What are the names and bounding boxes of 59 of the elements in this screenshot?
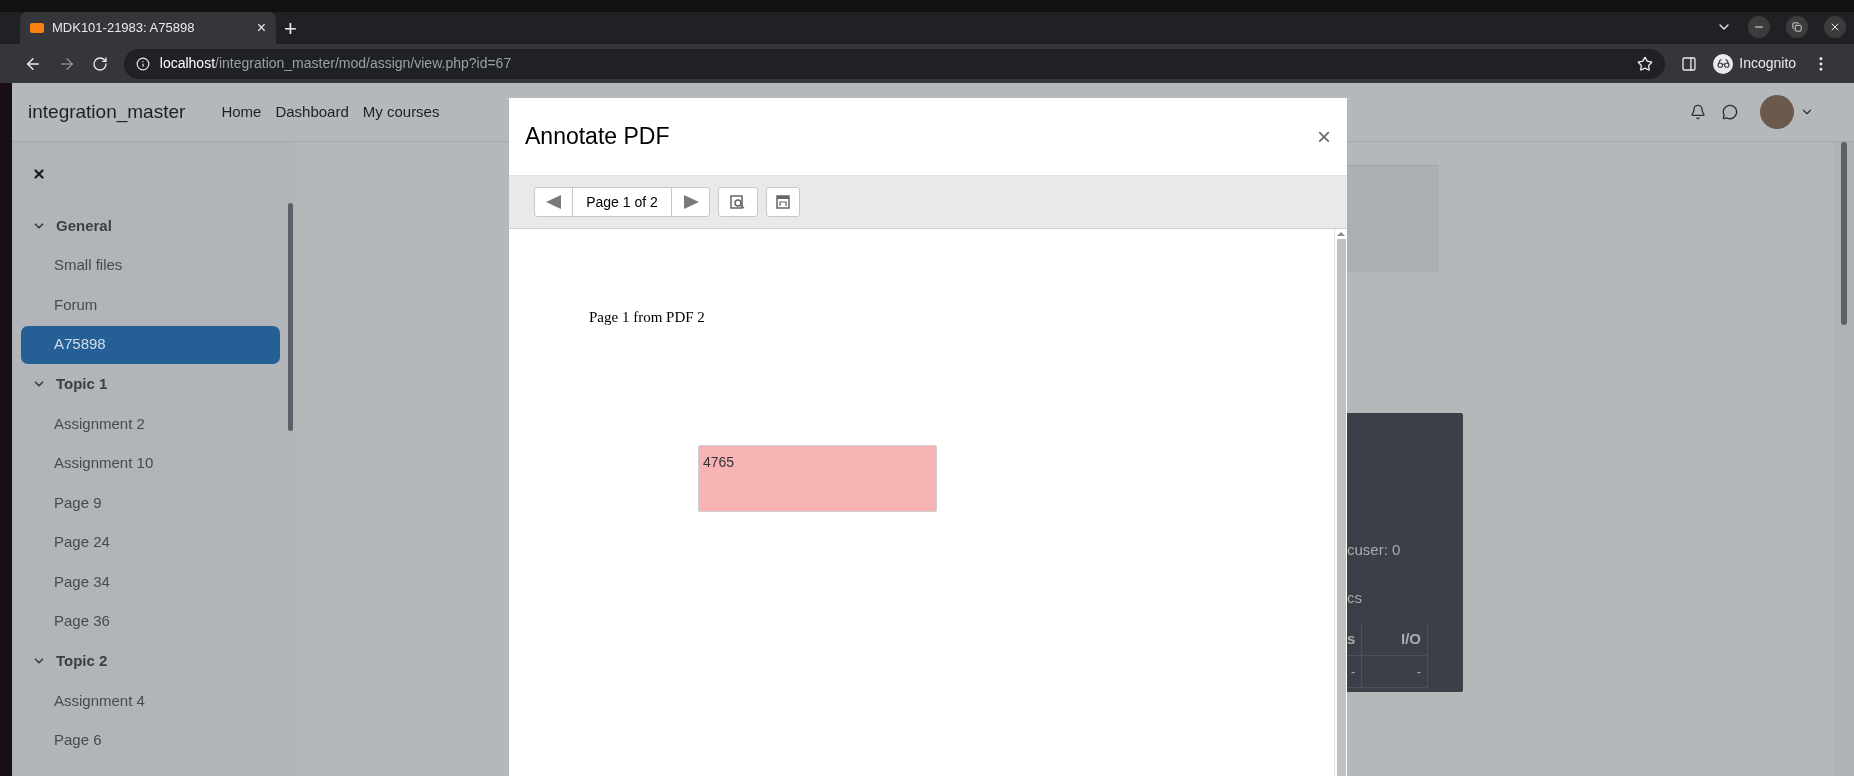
panel-text: cuser: 0 [1347,539,1402,560]
sidebar-scrollbar[interactable] [288,203,293,431]
site-favicon-icon [30,23,44,33]
nav-link[interactable]: Dashboard [275,100,349,124]
restore-icon [1792,22,1802,32]
pdf-scrollbar[interactable] [1336,239,1346,776]
browser-tab[interactable]: MDK101-21983: A75898 × [20,12,276,44]
right-triangle-icon [682,195,699,209]
incognito-icon [1713,53,1734,74]
sidebar-item[interactable]: Page 34 [21,563,280,602]
reload-icon[interactable] [91,55,108,72]
search-document-icon [730,195,746,209]
sidebar-item[interactable]: Page 24 [21,523,280,562]
nav-link[interactable]: Home [221,100,262,124]
scroll-up-icon[interactable] [1337,229,1345,239]
table-cell: - [1361,655,1428,688]
sidebar-item[interactable]: A75898 [21,325,280,364]
panel-text: cs [1347,588,1363,608]
window-icon [776,195,790,209]
bookmark-star-icon[interactable] [1637,55,1654,72]
sidebar-item[interactable]: Page 36 [21,602,280,641]
tab-close-button[interactable]: × [256,20,266,36]
notifications-icon[interactable] [1690,104,1706,120]
sidebar-item[interactable]: Page 6 [21,721,280,760]
modal-close-button[interactable]: × [1317,124,1331,149]
close-icon [1829,21,1841,33]
search-comments-button[interactable] [718,187,758,217]
left-triangle-icon [545,195,562,209]
close-drawer-icon[interactable] [32,167,46,181]
sidebar-item[interactable]: Assignment 2 [21,404,280,443]
page-indicator: Page 1 of 2 [585,192,659,212]
modal-title: Annotate PDF [525,122,671,152]
incognito-label[interactable]: Incognito [1739,53,1797,74]
comment-box[interactable]: 4765 [698,444,937,512]
avatar-icon[interactable] [1760,95,1794,129]
sidebar-item[interactable]: Forum [21,286,280,324]
url-text: localhost/integration_master/mod/assign/view.php?id=67 [159,54,513,73]
nav-link[interactable]: My courses [362,100,440,124]
new-tab-button[interactable]: + [284,18,297,40]
section-title[interactable]: General [56,214,112,238]
restore-button[interactable] [1786,16,1808,38]
section-title[interactable]: Topic 1 [56,372,108,396]
messages-icon[interactable] [1722,104,1738,120]
sidebar-item[interactable]: Assignment 10 [21,444,280,483]
address-bar[interactable]: localhost/integration_master/mod/assign/view.php?id=67 [123,48,1666,79]
table-header: I/O [1361,623,1428,656]
tab-title: MDK101-21983: A75898 [52,19,196,38]
pdf-page-text: Page 1 from PDF 2 [589,308,706,327]
site-name[interactable]: integration_master [28,97,186,127]
section-title[interactable]: Topic 2 [56,650,108,673]
sidebar-item[interactable]: Small files [21,246,280,285]
side-panel-icon[interactable] [1681,55,1698,72]
page-scrollbar[interactable] [1840,142,1847,325]
site-info-icon[interactable] [135,56,150,71]
expand-button[interactable] [766,187,800,217]
minimize-button[interactable] [1748,16,1770,38]
sidebar-item[interactable]: Assignment 4 [21,681,280,720]
sidebar-item[interactable]: Page 9 [21,483,280,522]
close-window-button[interactable] [1824,16,1846,38]
